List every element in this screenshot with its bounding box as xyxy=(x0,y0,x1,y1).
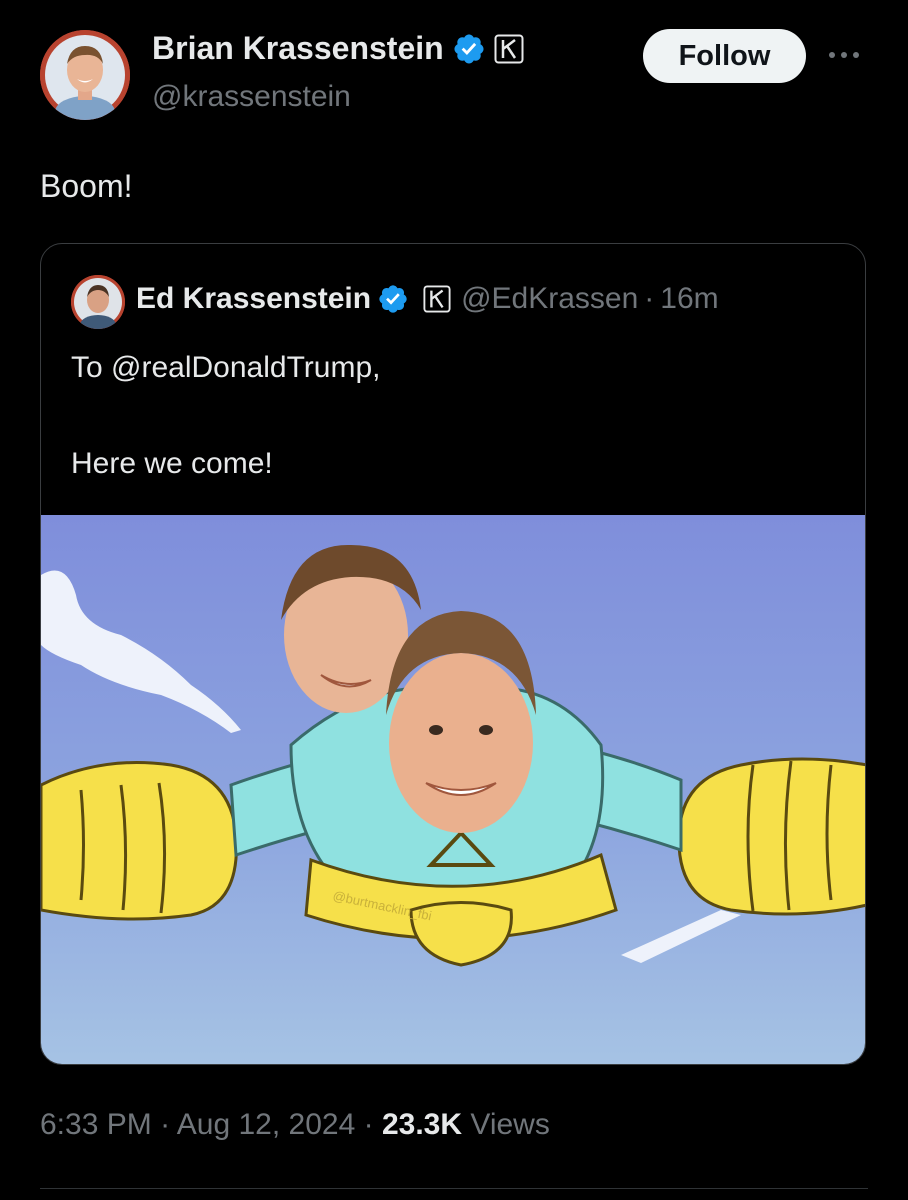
more-options-icon[interactable] xyxy=(824,40,864,70)
tweet-text: Boom! xyxy=(40,168,133,204)
author-name[interactable]: Brian Krassenstein xyxy=(152,30,444,67)
quoted-separator: · xyxy=(644,282,655,315)
divider xyxy=(40,1188,868,1189)
verified-badge-icon[interactable] xyxy=(452,32,486,66)
quoted-k-affiliate-icon xyxy=(423,285,451,313)
quoted-author-avatar[interactable] xyxy=(71,275,125,329)
tweet-date[interactable]: Aug 12, 2024 xyxy=(177,1108,356,1141)
tweet-meta: 6:33 PM · Aug 12, 2024 · 23.3K Views xyxy=(40,1108,550,1142)
follow-button[interactable]: Follow xyxy=(643,29,806,83)
meta-separator: · xyxy=(363,1108,374,1141)
quoted-timestamp[interactable]: 16m xyxy=(660,282,718,316)
quoted-author-handle[interactable]: @EdKrassen xyxy=(461,282,638,316)
k-affiliate-icon[interactable] xyxy=(494,34,524,64)
views-label: Views xyxy=(470,1108,550,1141)
author-avatar[interactable] xyxy=(40,30,130,120)
quoted-author-name[interactable]: Ed Krassenstein xyxy=(136,282,371,316)
quoted-tweet[interactable]: Ed Krassenstein @EdKrassen · 16m To @rea… xyxy=(40,243,866,1065)
meta-separator: · xyxy=(160,1108,171,1141)
views-count[interactable]: 23.3K xyxy=(382,1108,462,1141)
author-name-row: Brian Krassenstein xyxy=(152,30,524,67)
author-handle[interactable]: @krassenstein xyxy=(152,80,351,114)
quoted-tweet-text: To @realDonaldTrump, Here we come! xyxy=(71,344,380,488)
quoted-header: Ed Krassenstein @EdKrassen · 16m xyxy=(136,282,719,316)
quoted-text-line-1: To @realDonaldTrump, xyxy=(71,351,381,384)
quoted-text-line-2: Here we come! xyxy=(71,447,273,480)
tweet-time[interactable]: 6:33 PM xyxy=(40,1108,152,1141)
quoted-media-image[interactable]: @burtmacklin_fbi xyxy=(41,515,865,1064)
quoted-verified-badge-icon xyxy=(377,283,409,315)
